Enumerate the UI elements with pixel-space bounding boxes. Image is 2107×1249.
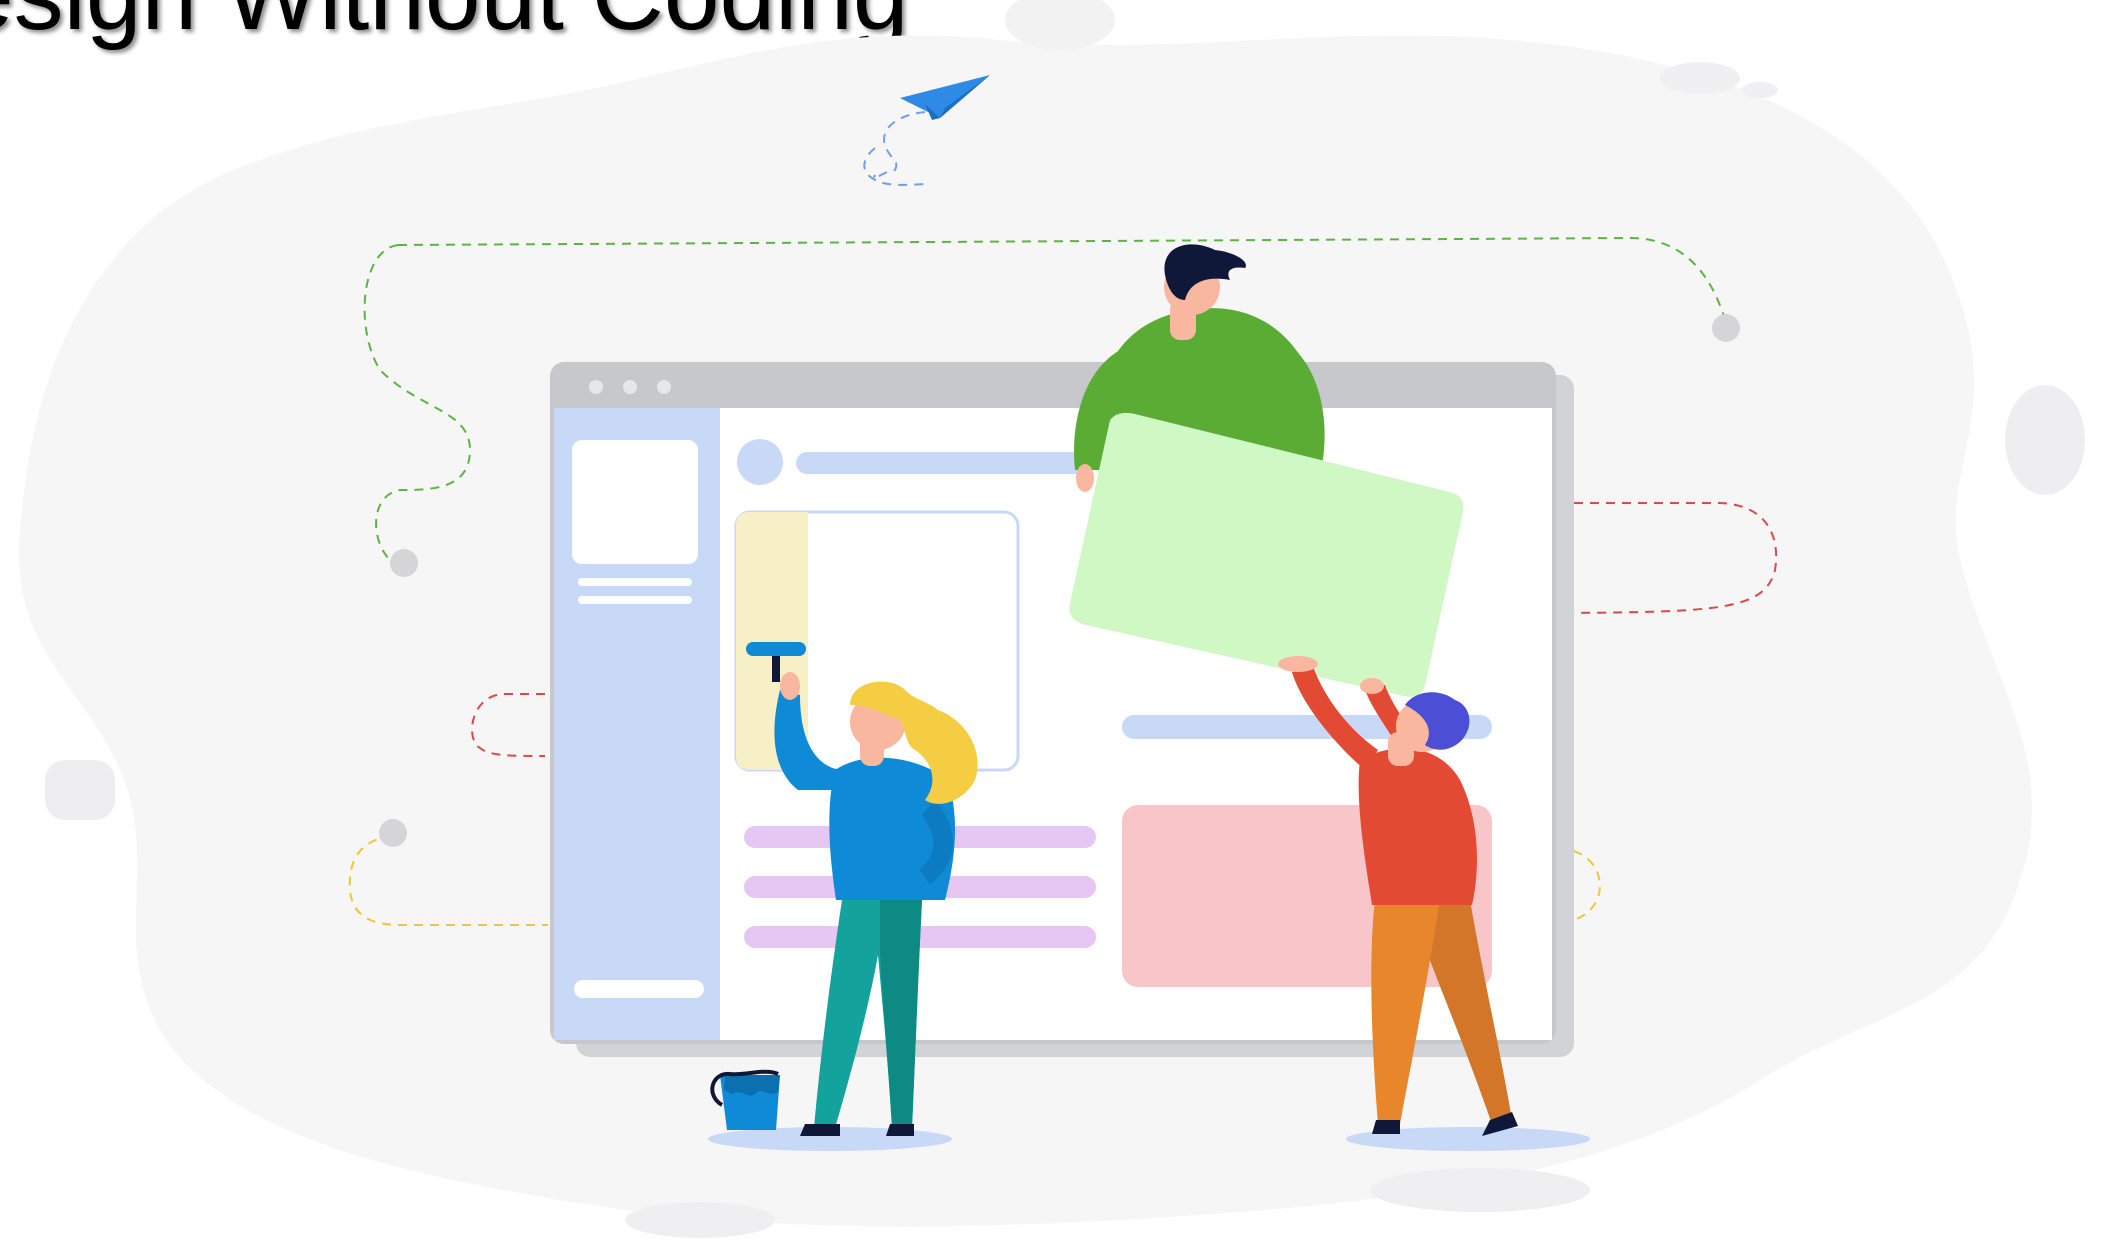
- connector-dot: [390, 549, 418, 577]
- avatar-placeholder: [737, 439, 783, 485]
- connector-dot: [1712, 314, 1740, 342]
- connector-dot: [379, 819, 407, 847]
- team-building-website-illustration: [19, 0, 2085, 1238]
